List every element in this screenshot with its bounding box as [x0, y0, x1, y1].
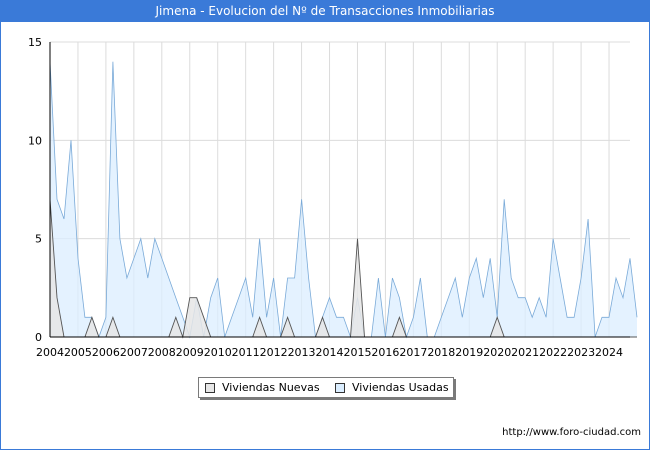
y-tick-label-15: 15 — [28, 36, 42, 49]
y-tick-label-5: 5 — [35, 233, 42, 246]
x-tick-label-2007: 2007 — [120, 346, 148, 359]
x-tick-label-2011: 2011 — [232, 346, 260, 359]
x-tick-label-2008: 2008 — [148, 346, 176, 359]
x-tick-label-2017: 2017 — [399, 346, 427, 359]
x-tick-label-2024: 2024 — [595, 346, 623, 359]
legend: Viviendas Nuevas Viviendas Usadas — [198, 377, 454, 398]
legend-label-nuevas: Viviendas Nuevas — [222, 381, 320, 394]
source-url: http://www.foro-ciudad.com — [502, 427, 641, 438]
y-tick-label-0: 0 — [35, 331, 42, 344]
x-tick-label-2014: 2014 — [316, 346, 344, 359]
legend-swatch-usadas — [335, 383, 345, 393]
x-tick-label-2016: 2016 — [371, 346, 399, 359]
x-tick-label-2019: 2019 — [455, 346, 483, 359]
x-tick-label-2005: 2005 — [64, 346, 92, 359]
x-tick-label-2015: 2015 — [343, 346, 371, 359]
x-tick-label-2022: 2022 — [539, 346, 567, 359]
x-tick-label-2010: 2010 — [204, 346, 232, 359]
x-tick-label-2006: 2006 — [92, 346, 120, 359]
x-tick-label-2018: 2018 — [427, 346, 455, 359]
x-tick-label-2020: 2020 — [483, 346, 511, 359]
x-tick-label-2013: 2013 — [288, 346, 316, 359]
x-tick-label-2021: 2021 — [511, 346, 539, 359]
x-tick-label-2004: 2004 — [36, 346, 64, 359]
legend-label-usadas: Viviendas Usadas — [352, 381, 449, 394]
x-tick-label-2009: 2009 — [176, 346, 204, 359]
legend-swatch-nuevas — [205, 383, 215, 393]
y-tick-label-10: 10 — [28, 134, 42, 147]
x-tick-label-2012: 2012 — [260, 346, 288, 359]
x-tick-label-2023: 2023 — [567, 346, 595, 359]
